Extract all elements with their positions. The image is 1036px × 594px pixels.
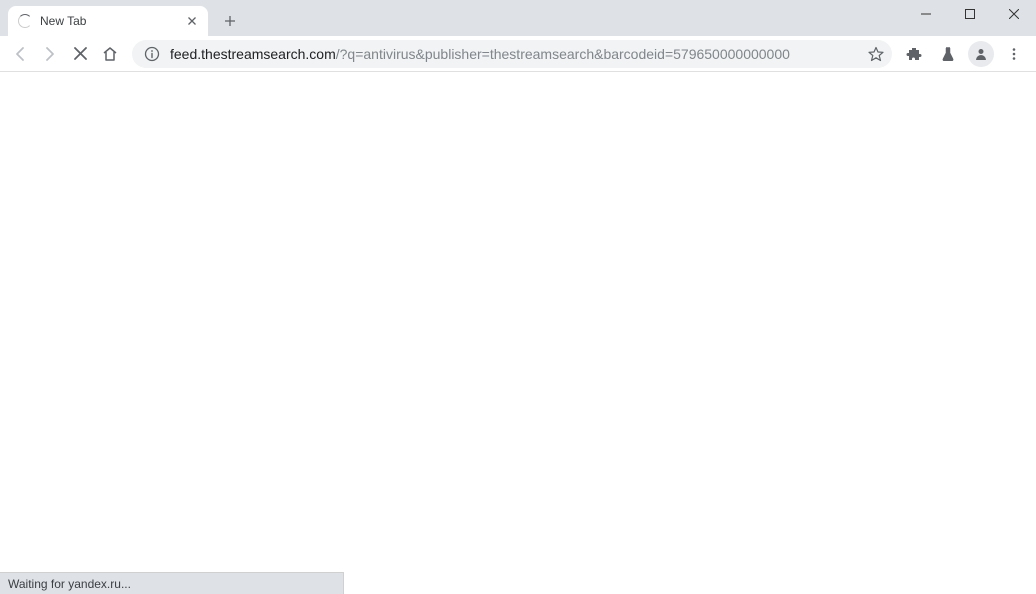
- bookmark-star-icon[interactable]: [868, 46, 884, 62]
- url-host: feed.thestreamsearch.com: [170, 46, 336, 62]
- stop-button[interactable]: [66, 40, 94, 68]
- status-bar: Waiting for yandex.ru...: [0, 572, 344, 594]
- maximize-button[interactable]: [948, 0, 992, 28]
- extensions-button[interactable]: [900, 40, 928, 68]
- site-info-icon[interactable]: [144, 46, 160, 62]
- browser-tab[interactable]: New Tab: [8, 6, 208, 36]
- url-text: feed.thestreamsearch.com/?q=antivirus&pu…: [170, 46, 860, 62]
- close-window-button[interactable]: [992, 0, 1036, 28]
- back-button[interactable]: [6, 40, 34, 68]
- tab-close-button[interactable]: [184, 13, 200, 29]
- toolbar: feed.thestreamsearch.com/?q=antivirus&pu…: [0, 36, 1036, 72]
- page-content: [0, 72, 1036, 572]
- profile-button[interactable]: [968, 41, 994, 67]
- labs-icon[interactable]: [934, 40, 962, 68]
- status-text: Waiting for yandex.ru...: [8, 577, 131, 591]
- menu-button[interactable]: [1000, 40, 1028, 68]
- loading-spinner-icon: [18, 14, 32, 28]
- window-controls: [904, 0, 1036, 36]
- forward-button[interactable]: [36, 40, 64, 68]
- toolbar-right: [900, 40, 1030, 68]
- tabs-area: New Tab: [0, 0, 904, 36]
- title-bar: New Tab: [0, 0, 1036, 36]
- tab-title: New Tab: [40, 14, 184, 28]
- minimize-button[interactable]: [904, 0, 948, 28]
- new-tab-button[interactable]: [216, 7, 244, 35]
- home-button[interactable]: [96, 40, 124, 68]
- url-path: /?q=antivirus&publisher=thestreamsearch&…: [336, 46, 790, 62]
- address-bar[interactable]: feed.thestreamsearch.com/?q=antivirus&pu…: [132, 40, 892, 68]
